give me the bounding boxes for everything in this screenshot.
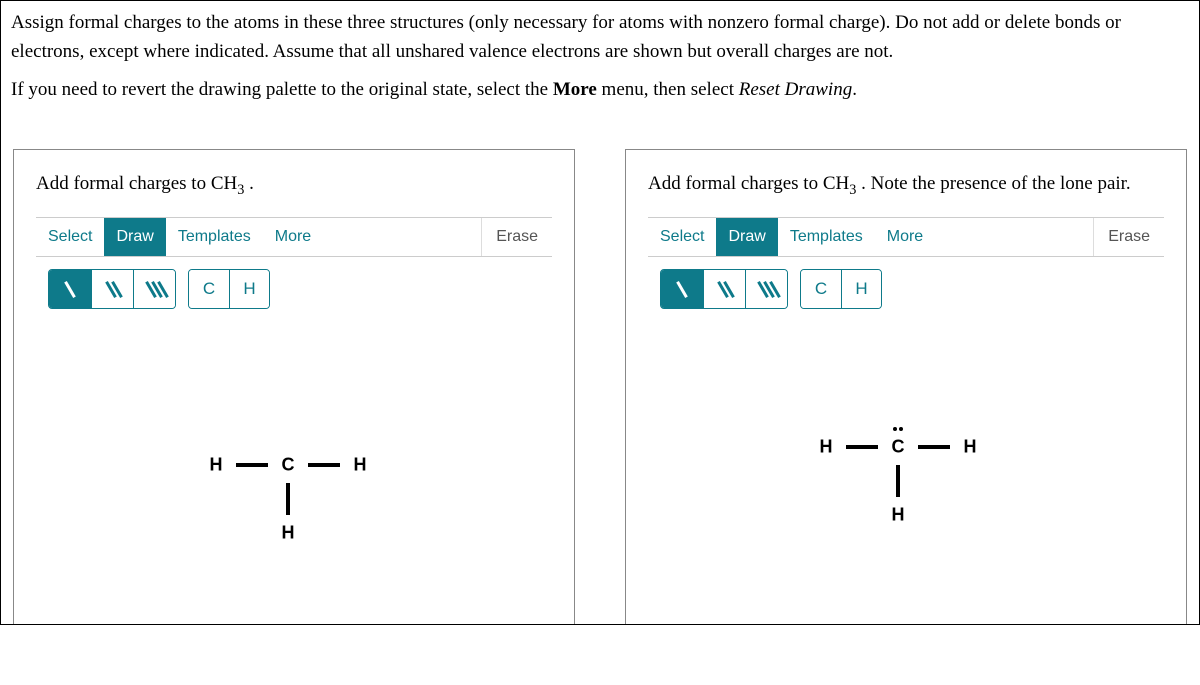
tool-row: C H [648, 257, 1164, 315]
title-text: Add formal charges to CH [36, 173, 237, 194]
bond-bottom[interactable] [896, 465, 900, 497]
atom-h-left[interactable]: H [820, 437, 833, 458]
tab-select[interactable]: Select [36, 218, 104, 256]
bond-left[interactable] [236, 463, 268, 467]
tab-select[interactable]: Select [648, 218, 716, 256]
double-bond-icon [102, 278, 124, 300]
panel-right-title: Add formal charges to CH3 . Note the pre… [648, 170, 1164, 198]
triple-bond-button[interactable] [133, 270, 175, 308]
tab-draw[interactable]: Draw [716, 218, 777, 256]
instruction-more-menu: More [553, 79, 597, 100]
title-text: . Note the presence of the lone pair. [856, 173, 1130, 194]
double-bond-button[interactable] [703, 270, 745, 308]
atom-h-bottom[interactable]: H [892, 505, 905, 526]
bond-type-group [660, 269, 788, 309]
instruction-text: . [852, 79, 857, 100]
atom-h-left[interactable]: H [210, 455, 223, 476]
tab-templates[interactable]: Templates [166, 218, 263, 256]
lone-pair[interactable] [893, 427, 903, 431]
panel-left-title: Add formal charges to CH3 . [36, 170, 552, 198]
instruction-paragraph-1: Assign formal charges to the atoms in th… [11, 9, 1189, 66]
instruction-reset-drawing: Reset Drawing [739, 79, 852, 100]
title-text: . [244, 173, 254, 194]
atom-c[interactable]: C [282, 455, 295, 476]
element-h-button[interactable]: H [841, 270, 881, 308]
atom-h-bottom[interactable]: H [282, 523, 295, 544]
atom-h-right[interactable]: H [964, 437, 977, 458]
tool-row: C H [36, 257, 552, 315]
element-h-button[interactable]: H [229, 270, 269, 308]
drawing-toolbar: Select Draw Templates More Erase [36, 217, 552, 257]
double-bond-icon [714, 278, 736, 300]
instruction-text: If you need to revert the drawing palett… [11, 79, 553, 100]
panels-container: Add formal charges to CH3 . Select Draw … [0, 119, 1200, 625]
instruction-text: menu, then select [597, 79, 739, 100]
triple-bond-icon [144, 278, 166, 300]
bond-left[interactable] [846, 445, 878, 449]
triple-bond-button[interactable] [745, 270, 787, 308]
triple-bond-icon [756, 278, 778, 300]
element-c-button[interactable]: C [189, 270, 229, 308]
drawing-toolbar: Select Draw Templates More Erase [648, 217, 1164, 257]
electron-dot [899, 427, 903, 431]
single-bond-icon [676, 281, 688, 298]
erase-wrap: Erase [481, 218, 552, 256]
electron-dot [893, 427, 897, 431]
drawing-canvas-left[interactable]: H C H H [36, 315, 552, 575]
element-group: C H [800, 269, 882, 309]
drawing-canvas-right[interactable]: H C H H [648, 315, 1164, 575]
tab-more[interactable]: More [875, 218, 935, 256]
element-c-button[interactable]: C [801, 270, 841, 308]
single-bond-button[interactable] [661, 270, 703, 308]
atom-h-right[interactable]: H [354, 455, 367, 476]
atom-c[interactable]: C [892, 437, 905, 458]
erase-wrap: Erase [1093, 218, 1164, 256]
title-text: Add formal charges to CH [648, 173, 849, 194]
tab-more[interactable]: More [263, 218, 323, 256]
tab-templates[interactable]: Templates [778, 218, 875, 256]
bond-right[interactable] [308, 463, 340, 467]
instructions-block: Assign formal charges to the atoms in th… [0, 0, 1200, 119]
erase-button[interactable]: Erase [1108, 228, 1150, 246]
single-bond-button[interactable] [49, 270, 91, 308]
single-bond-icon [64, 281, 76, 298]
bond-type-group [48, 269, 176, 309]
double-bond-button[interactable] [91, 270, 133, 308]
bond-right[interactable] [918, 445, 950, 449]
panel-right: Add formal charges to CH3 . Note the pre… [625, 149, 1187, 624]
instruction-paragraph-2: If you need to revert the drawing palett… [11, 76, 1189, 105]
panel-left: Add formal charges to CH3 . Select Draw … [13, 149, 575, 624]
element-group: C H [188, 269, 270, 309]
erase-button[interactable]: Erase [496, 228, 538, 246]
bond-bottom[interactable] [286, 483, 290, 515]
tab-draw[interactable]: Draw [104, 218, 165, 256]
